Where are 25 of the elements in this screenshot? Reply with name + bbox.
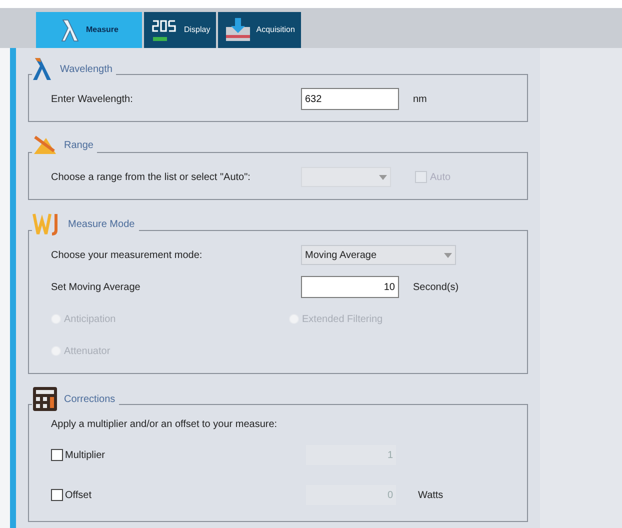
checkbox-label: Multiplier (65, 448, 106, 462)
field-label: Choose a range from the list or select "Auto": (51, 170, 252, 184)
input-field[interactable]: 10 (301, 276, 399, 298)
range-icon (32, 134, 58, 156)
caret-icon (444, 252, 452, 258)
unit-label: Watts (418, 488, 444, 502)
group-title: Measure Mode (68, 218, 135, 232)
lambda-icon (32, 56, 54, 82)
field-label: Enter Wavelength: (51, 92, 134, 106)
instruction-text: Apply a multiplier and/or an offset to your measure: (51, 418, 278, 432)
caret-icon (379, 174, 387, 180)
input-field[interactable]: 632 (301, 88, 399, 110)
checkbox-label: Offset (65, 488, 92, 502)
unit-label: nm (413, 92, 427, 106)
tab[interactable]: Display (144, 12, 216, 48)
group-title: Wavelength (60, 62, 112, 76)
field-label: Set Moving Average (51, 280, 142, 294)
tab[interactable]: Acquisition (218, 12, 301, 48)
dropdown[interactable]: Moving Average (301, 245, 456, 265)
group-title: Corrections (64, 392, 116, 406)
download-disk-icon (224, 17, 252, 43)
unit-label: Second(s) (413, 280, 459, 294)
group-title: Range (64, 138, 94, 152)
tab[interactable]: Measure (36, 12, 142, 48)
field-label: Choose your measurement mode: (51, 248, 204, 262)
